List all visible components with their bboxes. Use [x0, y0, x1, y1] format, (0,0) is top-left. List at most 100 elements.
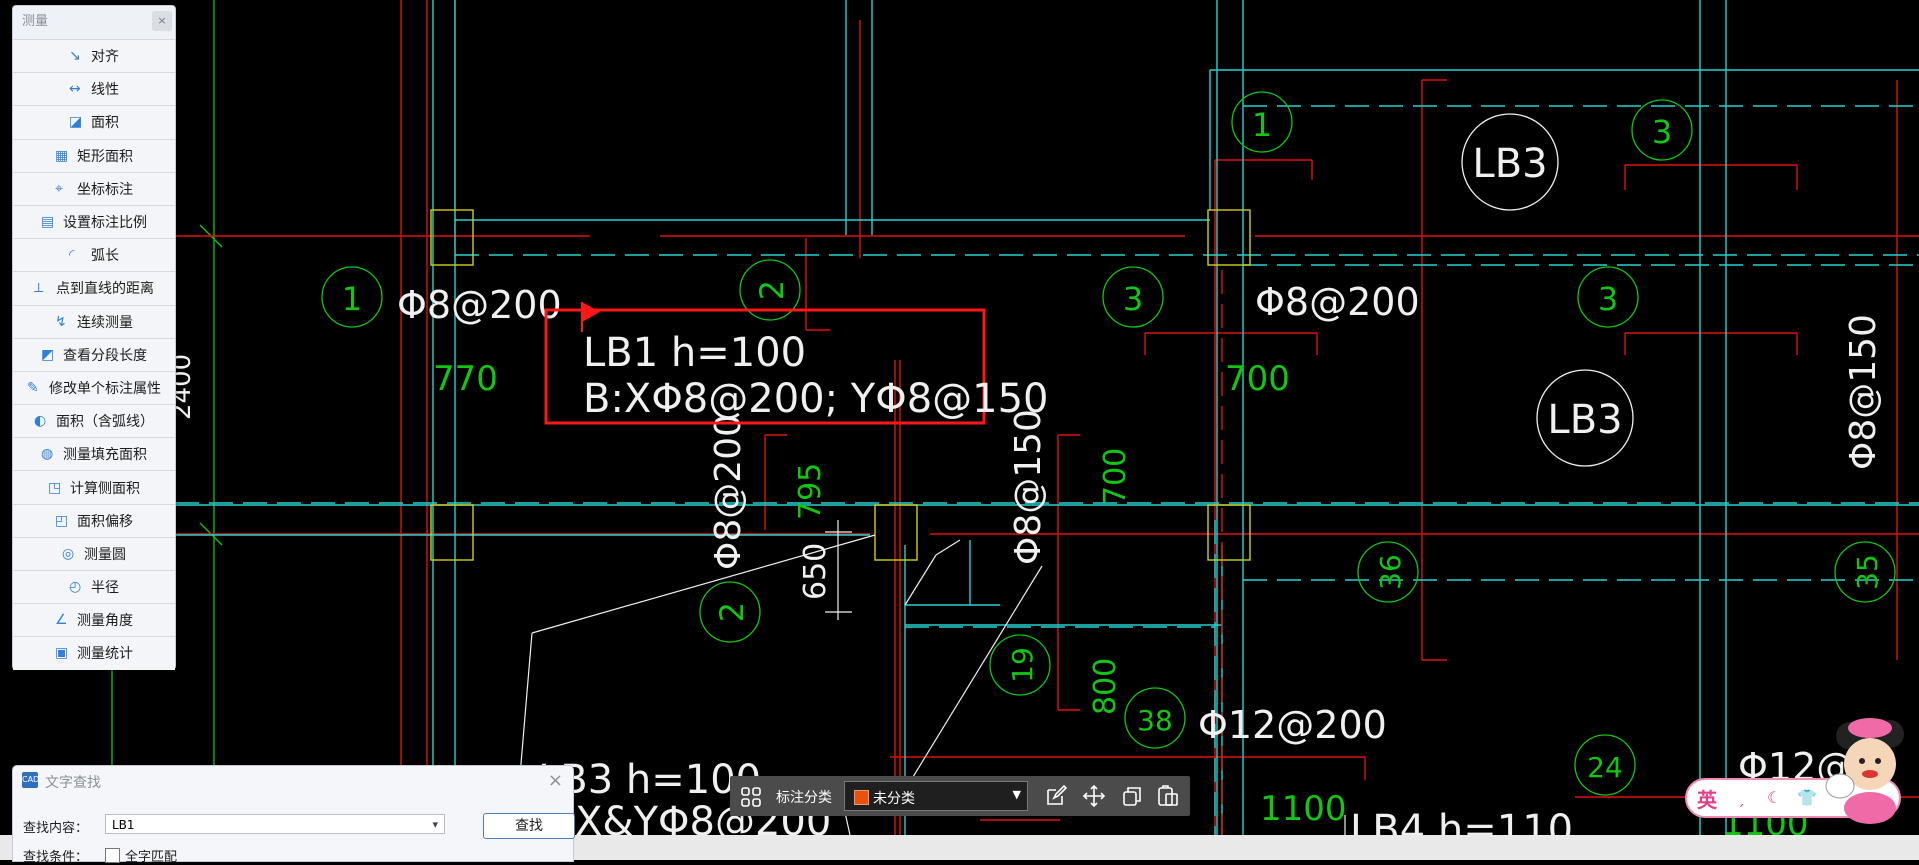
measure-tool-item[interactable]: ✎ 修改单个标注属性	[13, 370, 175, 405]
measure-tool-item[interactable]: ∠ 测量角度	[13, 603, 175, 637]
rebar-label: Φ8@150	[1008, 409, 1049, 565]
punctuation-icon[interactable]: ˏ	[1737, 788, 1745, 807]
measure-tool-label: 测量填充面积	[63, 447, 147, 464]
measure-tool-item[interactable]: ◩ 查看分段长度	[13, 337, 175, 371]
find-content-input[interactable]: LB1 ▾	[105, 814, 445, 834]
skin-icon[interactable]: 👕	[1797, 788, 1817, 807]
point-line-distance-icon: ⟂	[34, 280, 44, 297]
measure-tool-label: 测量角度	[77, 613, 133, 630]
rect-area-icon: ▦	[55, 147, 69, 164]
circle-number: 1	[1252, 106, 1272, 144]
statistics-icon: ▣	[55, 645, 69, 662]
measure-tool-label: 面积偏移	[77, 513, 133, 530]
measure-tool-item[interactable]: ↘ 对齐	[13, 39, 175, 73]
dim-label: 1100	[1260, 789, 1347, 829]
measure-tool-item[interactable]: ◰ 面积偏移	[13, 503, 175, 537]
find-content-value: LB1	[112, 818, 135, 832]
find-content-label: 查找内容：	[23, 821, 89, 836]
align-measure-icon: ↘	[69, 48, 81, 65]
measure-tool-item[interactable]: ◍ 测量填充面积	[13, 437, 175, 471]
coordinate-icon: ⌖	[55, 180, 63, 197]
measure-tool-item[interactable]: ⌖ 坐标标注	[13, 171, 175, 205]
measure-tool-label: 连续测量	[77, 314, 133, 331]
highlight-text-line2: B:XΦ8@200; YΦ8@150	[583, 376, 1049, 422]
scale-icon: ▤	[41, 214, 55, 231]
annotation-category-select[interactable]: 未分类 ▼	[844, 781, 1028, 811]
area-offset-icon: ◰	[55, 512, 69, 529]
measure-panel-header[interactable]: 测量 ×	[13, 6, 175, 31]
measure-tool-item[interactable]: ▦ 矩形面积	[13, 138, 175, 172]
annotation-category-label: 标注分类	[776, 790, 832, 806]
measure-tool-item[interactable]: ◜ 弧长	[13, 238, 175, 272]
measure-panel-title: 测量	[22, 14, 49, 29]
rebar-label: Φ8@200	[397, 283, 562, 327]
measure-tool-item[interactable]: ◐ 面积（含弧线）	[13, 404, 175, 438]
measure-tool-item[interactable]: ⟂ 点到直线的距离	[13, 271, 175, 305]
dim-label: 800	[1088, 658, 1123, 715]
measure-tool-item[interactable]: ◴ 半径	[13, 570, 175, 604]
moon-icon[interactable]: ☾	[1767, 788, 1781, 807]
whole-match-checkbox[interactable]	[105, 848, 120, 863]
ime-mascot-icon	[1825, 718, 1904, 824]
find-button[interactable]: 查找	[483, 813, 575, 839]
move-icon[interactable]	[1082, 784, 1106, 808]
paste-icon[interactable]	[1156, 784, 1180, 808]
app-icon: CAD	[22, 772, 39, 788]
slab-label: LB4 h=110	[1350, 807, 1573, 835]
measure-tool-label: 矩形面积	[77, 148, 133, 165]
rebar-label: Φ8@200	[708, 414, 749, 570]
measure-tool-label: 测量圆	[84, 546, 126, 563]
measure-tool-item[interactable]: ◎ 测量圆	[13, 536, 175, 570]
measure-tool-item[interactable]: ◳ 计算侧面积	[13, 470, 175, 504]
arc-length-icon: ◜	[69, 247, 75, 264]
continuous-measure-icon: ↯	[55, 313, 67, 330]
measure-tool-label: 修改单个标注属性	[49, 380, 161, 397]
measure-tool-label: 面积	[91, 115, 119, 132]
circle-number: 2	[713, 602, 751, 622]
ime-language-toggle[interactable]: 英	[1697, 784, 1717, 813]
angle-icon: ∠	[55, 612, 68, 629]
fill-area-icon: ◍	[41, 446, 54, 463]
side-area-icon: ◳	[48, 479, 62, 496]
measure-tool-label: 坐标标注	[77, 181, 133, 198]
measure-tool-label: 半径	[91, 580, 119, 597]
measure-tool-item[interactable]: ↔ 线性	[13, 72, 175, 106]
circle-number: 3	[1123, 280, 1143, 318]
radius-icon: ◴	[69, 579, 82, 596]
circle-number: 24	[1587, 751, 1623, 784]
lb-label: LB3	[1472, 141, 1547, 187]
circle-number: 35	[1851, 554, 1884, 590]
rebar-label: Φ8@150	[1843, 314, 1884, 470]
cad-drawing-canvas[interactable]: 1 1 2 2 3 3 3 19 36 38 35 24 770 700 110…	[0, 0, 1919, 835]
circle-number: 2	[753, 280, 791, 300]
edit-annotation-icon: ✎	[27, 379, 39, 396]
edit-icon[interactable]	[1044, 784, 1068, 808]
dim-label: 795	[793, 463, 828, 520]
measure-panel-close-button[interactable]: ×	[152, 11, 172, 31]
measure-tool-item[interactable]: ▣ 测量统计	[13, 636, 175, 670]
annotation-toolbar: 标注分类 未分类 ▼	[730, 776, 1190, 816]
copy-icon[interactable]	[1120, 784, 1144, 808]
measure-tool-label: 弧长	[91, 248, 119, 265]
measure-tool-label: 对齐	[91, 49, 119, 66]
measure-tool-item[interactable]: ↯ 连续测量	[13, 304, 175, 338]
grid-icon[interactable]	[740, 786, 762, 808]
measure-tool-label: 设置标注比例	[63, 215, 147, 232]
find-condition-label: 查找条件：	[23, 850, 89, 865]
chevron-down-icon[interactable]: ▾	[432, 815, 438, 835]
text-find-dialog: CAD 文字查找 × 查找内容： LB1 ▾ 查找 查找条件： 全字匹配	[12, 765, 575, 865]
category-color-swatch	[854, 790, 869, 805]
chevron-down-icon: ▼	[1012, 788, 1021, 801]
rebar-label: Φ8@200	[1255, 280, 1420, 324]
measure-tool-label: 查看分段长度	[63, 347, 147, 364]
find-dialog-close-button[interactable]: ×	[548, 770, 563, 791]
dim-label: 770	[433, 359, 498, 399]
circle-number: 1	[342, 280, 362, 318]
measure-tool-item[interactable]: ▤ 设置标注比例	[13, 204, 175, 239]
measure-tool-label: 线性	[91, 82, 119, 99]
dim-label: 700	[1225, 359, 1290, 399]
circle-number: 36	[1374, 554, 1407, 590]
area-icon: ◪	[69, 114, 83, 131]
find-dialog-title: 文字查找	[45, 775, 101, 791]
measure-tool-item[interactable]: ◪ 面积	[13, 105, 175, 139]
